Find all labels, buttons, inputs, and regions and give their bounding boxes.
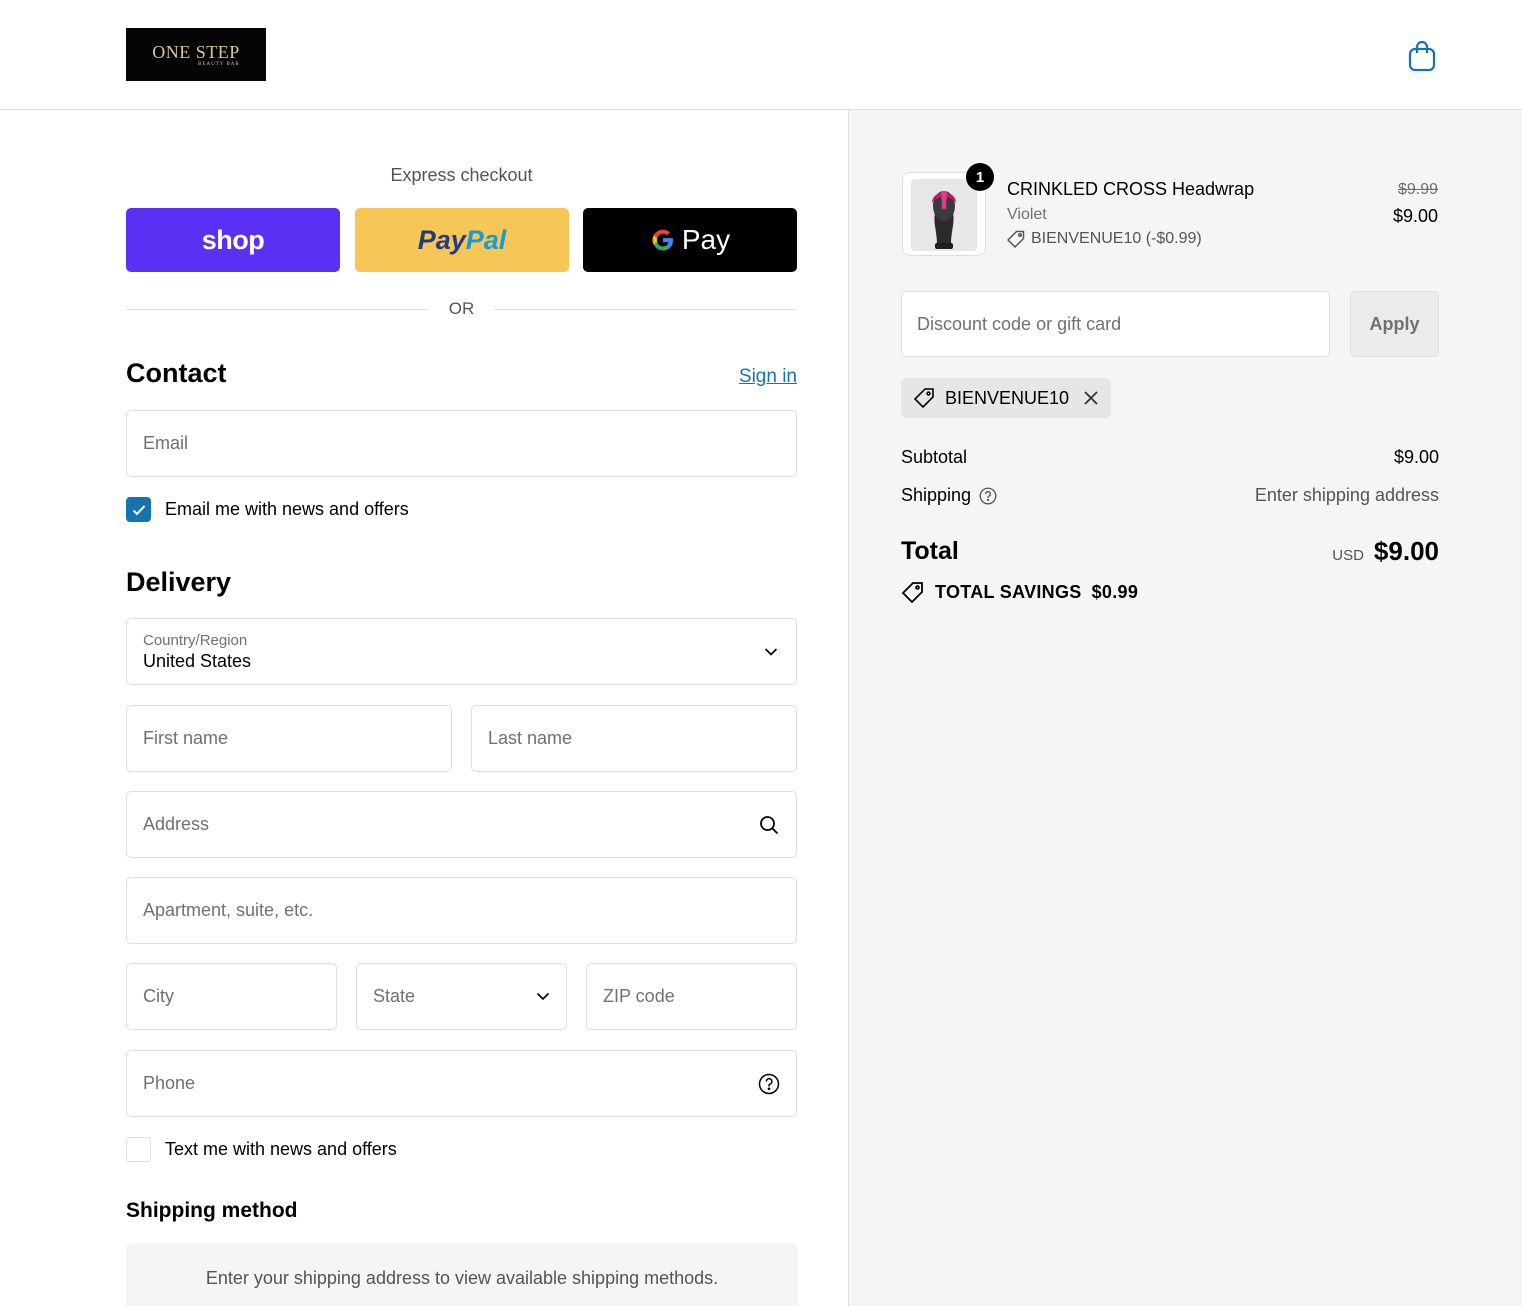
apartment-placeholder: Apartment, suite, etc. xyxy=(143,900,314,920)
first-name-placeholder: First name xyxy=(143,728,229,748)
email-field[interactable]: Email xyxy=(126,410,797,477)
paypal-label-pal: Pal xyxy=(465,224,507,255)
country-value: United States xyxy=(143,650,252,671)
shipping-row: Shipping Enter shipping address xyxy=(901,485,1439,506)
contact-title: Contact xyxy=(126,358,227,388)
order-summary: 1 CRINKLED CROSS Headwrap Violet BIENVEN… xyxy=(848,110,1522,1306)
product-thumbnail: 1 xyxy=(902,163,994,256)
or-divider: OR xyxy=(126,298,797,320)
apartment-field[interactable]: Apartment, suite, etc. xyxy=(126,877,797,944)
zip-field[interactable]: ZIP code xyxy=(586,963,797,1030)
shipping-method-title: Shipping method xyxy=(126,1199,298,1222)
tag-icon xyxy=(913,388,934,409)
product-discount: BIENVENUE10 (-$0.99) xyxy=(1007,230,1202,248)
sign-in-link[interactable]: Sign in xyxy=(739,366,797,388)
shop-pay-button[interactable]: shop xyxy=(126,208,340,272)
help-circle-icon[interactable] xyxy=(979,487,997,505)
product-image xyxy=(911,179,977,251)
google-pay-button[interactable]: Pay xyxy=(583,208,797,272)
applied-discount-chip: BIENVENUE10 xyxy=(901,378,1112,418)
email-news-label: Email me with news and offers xyxy=(165,499,409,519)
shipping-method-message: Enter your shipping address to view avai… xyxy=(205,1268,719,1288)
shop-pay-label: shop xyxy=(201,224,265,255)
first-name-field[interactable]: First name xyxy=(126,705,452,772)
total-label: Total xyxy=(901,537,959,565)
total-amount: $9.00 xyxy=(1373,536,1439,566)
store-logo[interactable]: ONE STEP BEAUTY BAR xyxy=(126,28,266,81)
zip-placeholder: ZIP code xyxy=(603,986,675,1006)
state-placeholder: State xyxy=(373,986,416,1006)
or-label: OR xyxy=(448,299,475,318)
price-final: $9.00 xyxy=(1392,206,1438,226)
paypal-label-pay: Pay xyxy=(417,224,466,255)
shipping-value: Enter shipping address xyxy=(1254,485,1439,505)
country-label: Country/Region xyxy=(143,631,248,649)
country-select[interactable]: Country/Region United States xyxy=(126,618,797,685)
email-news-checkbox[interactable] xyxy=(126,497,151,522)
total-value-group: USD $9.00 xyxy=(1332,536,1439,567)
shipping-label: Shipping xyxy=(901,485,972,505)
tag-icon xyxy=(1007,230,1025,248)
delivery-title: Delivery xyxy=(126,567,232,597)
shipping-label-group: Shipping xyxy=(901,485,997,506)
divider-line-right xyxy=(494,308,797,310)
divider-line-left xyxy=(126,308,429,310)
applied-discount-code: BIENVENUE10 xyxy=(945,387,1070,408)
logo-text: ONE STEP BEAUTY BAR xyxy=(152,43,240,67)
search-icon xyxy=(758,814,780,836)
discount-code-placeholder: Discount code or gift card xyxy=(917,313,1122,334)
chevron-down-icon xyxy=(536,992,550,1001)
tag-icon xyxy=(901,582,923,603)
checkout-form: Express checkout shop Pay Pal Pay OR Cont… xyxy=(0,110,848,1306)
subtotal-value: $9.00 xyxy=(1393,447,1439,467)
header: ONE STEP BEAUTY BAR xyxy=(0,0,1522,110)
state-select[interactable]: State xyxy=(356,963,567,1030)
sms-news-checkbox[interactable] xyxy=(126,1137,151,1162)
total-savings-label: TOTAL SAVINGS xyxy=(935,581,1082,602)
total-savings: TOTAL SAVINGS $0.99 xyxy=(901,581,1138,603)
product-discount-label: BIENVENUE10 (-$0.99) xyxy=(1031,230,1202,247)
total-savings-value: $0.99 xyxy=(1091,581,1139,602)
logo-wordmark: ONE STEP xyxy=(152,41,240,62)
total-currency: USD xyxy=(1332,547,1364,564)
close-icon xyxy=(1084,391,1098,405)
help-circle-icon[interactable] xyxy=(758,1073,780,1095)
address-placeholder: Address xyxy=(143,814,210,834)
quantity-badge: 1 xyxy=(966,163,994,191)
subtotal-label: Subtotal xyxy=(901,447,968,467)
shipping-method-notice: Enter your shipping address to view avai… xyxy=(126,1243,798,1306)
last-name-field[interactable]: Last name xyxy=(471,705,797,772)
checkmark-icon xyxy=(132,504,145,515)
subtotal-row: Subtotal $9.00 xyxy=(901,447,1439,468)
email-placeholder: Email xyxy=(143,433,189,453)
last-name-placeholder: Last name xyxy=(488,728,573,748)
shopping-bag-icon xyxy=(1408,40,1436,72)
total-row: Total USD $9.00 xyxy=(901,536,1439,567)
remove-discount-button[interactable] xyxy=(1083,390,1099,406)
sms-news-label: Text me with news and offers xyxy=(165,1139,397,1159)
product-name: CRINKLED CROSS Headwrap xyxy=(1007,179,1255,199)
cart-button[interactable] xyxy=(1404,38,1440,74)
product-variant: Violet xyxy=(1007,206,1047,223)
email-news-checkbox-row[interactable]: Email me with news and offers xyxy=(126,497,409,522)
google-g-icon xyxy=(652,229,673,251)
paypal-button[interactable]: Pay Pal xyxy=(355,208,569,272)
express-checkout-title: Express checkout xyxy=(390,165,533,185)
address-field[interactable]: Address xyxy=(126,791,797,858)
headwrap-mannequin-image xyxy=(911,179,977,251)
city-placeholder: City xyxy=(143,986,174,1006)
phone-placeholder: Phone xyxy=(143,1073,196,1093)
chevron-down-icon xyxy=(764,647,778,656)
google-pay-label: Pay xyxy=(681,224,731,255)
city-field[interactable]: City xyxy=(126,963,337,1030)
phone-field[interactable]: Phone xyxy=(126,1050,797,1117)
sms-news-checkbox-row[interactable]: Text me with news and offers xyxy=(126,1137,397,1162)
apply-discount-button[interactable]: Apply xyxy=(1350,291,1439,357)
logo-subtitle: BEAUTY BAR xyxy=(198,61,240,67)
price-original: $9.99 xyxy=(1397,181,1438,198)
discount-code-input[interactable]: Discount code or gift card xyxy=(901,291,1330,357)
